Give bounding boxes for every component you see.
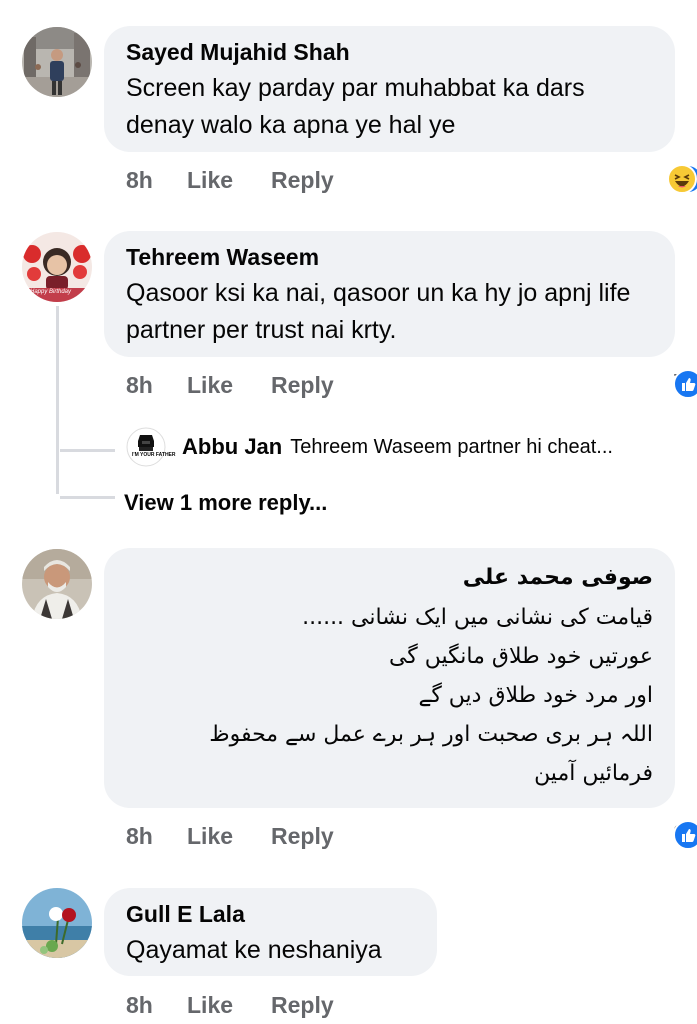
thread-line <box>56 306 59 494</box>
comment-actions: 8h Like Reply <box>126 992 673 1022</box>
comment-author[interactable]: Gull E Lala <box>126 900 415 928</box>
like-icon <box>673 820 697 850</box>
haha-icon <box>667 164 697 194</box>
comment-bubble: Gull E Lala Qayamat ke neshaniya <box>104 888 437 976</box>
reply-preview[interactable]: I'M YOUR FATHER Abbu Jan Tehreem Waseem … <box>126 427 613 467</box>
thread-branch <box>60 449 115 452</box>
comment-line: قیامت کی نشانی میں ایک نشانی ...... <box>302 605 653 630</box>
comment-bubble: Tehreem Waseem Qasoor ksi ka nai, qasoor… <box>104 231 675 357</box>
comment-time[interactable]: 8h <box>126 372 153 399</box>
comment-line: فرمائیں آمین <box>534 761 653 786</box>
comment-actions: 8h Like Reply 3 <box>126 164 697 197</box>
reply-button[interactable]: Reply <box>271 823 334 850</box>
avatar-tehreem[interactable]: Happy Birthday <box>22 232 92 302</box>
view-more-replies-button[interactable]: View 1 more reply... <box>124 490 327 516</box>
thread-branch <box>60 496 115 499</box>
comment-line: اور مرد خود طلاق دیں گے <box>418 683 653 708</box>
comment-line: عورتیں خود طلاق مانگیں گی <box>388 644 653 669</box>
comment-text: Qayamat ke neshaniya <box>126 936 382 964</box>
comment-actions: 8h Like Reply 8 <box>126 820 697 853</box>
comment-author[interactable]: Sayed Mujahid Shah <box>126 38 653 66</box>
comment-text: Screen kay parday par muhabbat ka dars d… <box>126 74 585 139</box>
comment-time[interactable]: 8h <box>126 167 153 194</box>
thread-branch <box>56 430 59 452</box>
reply-button[interactable]: Reply <box>271 372 334 399</box>
avatar-sufi[interactable] <box>22 549 92 619</box>
like-button[interactable]: Like <box>187 372 233 399</box>
reply-text: Tehreem Waseem partner hi cheat... <box>290 435 613 458</box>
comment-text: Qasoor ksi ka nai, qasoor un ka hy jo ap… <box>126 279 631 344</box>
avatar-caption: I'M YOUR FATHER <box>132 452 176 458</box>
like-button[interactable]: Like <box>187 167 233 194</box>
avatar-gull[interactable] <box>22 888 92 958</box>
comment-bubble: Sayed Mujahid Shah Screen kay parday par… <box>104 26 675 152</box>
comment-time[interactable]: 8h <box>126 992 153 1019</box>
avatar-sayed[interactable] <box>22 27 92 97</box>
reply-button[interactable]: Reply <box>271 992 334 1019</box>
like-icon <box>673 369 697 399</box>
comment-author[interactable]: صوفی محمد علی <box>126 564 653 592</box>
comment-bubble: صوفی محمد علی قیامت کی نشانی میں ایک نشا… <box>104 548 675 808</box>
reply-author[interactable]: Abbu Jan <box>182 434 282 460</box>
like-button[interactable]: Like <box>187 992 233 1019</box>
comment-text: قیامت کی نشانی میں ایک نشانی ...... عورت… <box>126 598 653 793</box>
avatar-caption: Happy Birthday <box>30 289 72 295</box>
comment-line: اللہ ہر بری صحبت اور ہر برے عمل سے محفوظ <box>209 722 653 747</box>
comment-time[interactable]: 8h <box>126 823 153 850</box>
comment-author[interactable]: Tehreem Waseem <box>126 243 653 271</box>
like-button[interactable]: Like <box>187 823 233 850</box>
reply-button[interactable]: Reply <box>271 167 334 194</box>
comment-actions: 8h Like Reply 7 <box>126 369 697 402</box>
avatar-abbu-jan[interactable]: I'M YOUR FATHER <box>126 427 176 467</box>
